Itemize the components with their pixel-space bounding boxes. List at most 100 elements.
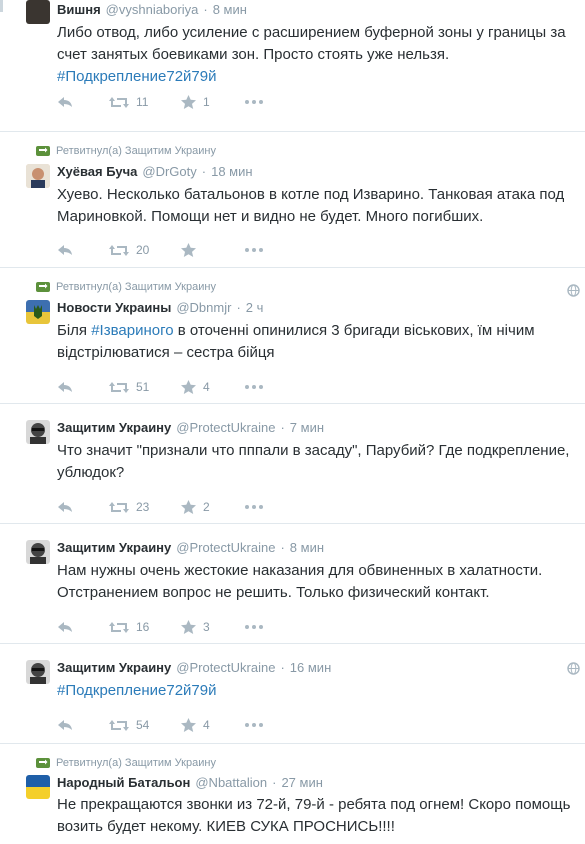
hashtag-link[interactable]: #Подкрепление72й79й <box>57 68 217 85</box>
star-icon[interactable] <box>181 95 196 109</box>
tweet[interactable]: Защитим Украину @ProtectUkraine · 16 мин #П… <box>0 644 585 744</box>
reply-icon[interactable] <box>57 244 73 256</box>
retweet-button[interactable]: 11 <box>109 95 181 109</box>
author-name[interactable]: Защитим Украину <box>57 660 171 675</box>
timestamp[interactable]: 2 ч <box>246 300 264 315</box>
retweet-icon[interactable] <box>109 621 129 634</box>
author-handle[interactable]: @Dbnmjr <box>176 300 231 315</box>
favorite-button[interactable]: 2 <box>181 500 245 514</box>
timestamp[interactable]: 7 мин <box>290 420 324 435</box>
star-icon[interactable] <box>181 718 196 732</box>
star-icon[interactable] <box>181 500 196 514</box>
author-name[interactable]: Новости Украины <box>57 300 171 315</box>
author-name[interactable]: Вишня <box>57 2 101 17</box>
tweet[interactable]: Ретвитнул(а) Защитим Украину Народный Ба… <box>0 744 585 844</box>
retweet-icon[interactable] <box>109 719 129 732</box>
reply-button[interactable] <box>57 621 109 633</box>
author-handle[interactable]: @ProtectUkraine <box>176 660 275 675</box>
separator-dot: · <box>236 300 241 315</box>
author-handle[interactable]: @vyshniaboriya <box>106 2 199 17</box>
author-handle[interactable]: @ProtectUkraine <box>176 540 275 555</box>
more-button[interactable] <box>245 625 263 629</box>
retweet-button[interactable]: 23 <box>109 500 181 514</box>
tweet[interactable]: Ретвитнул(а) Защитим Украину Хуёвая Буча… <box>0 132 585 268</box>
author-handle[interactable]: @Nbattalion <box>195 775 267 790</box>
reply-icon[interactable] <box>57 719 73 731</box>
timestamp[interactable]: 18 мин <box>211 164 252 179</box>
favorite-button[interactable]: 4 <box>181 380 245 394</box>
favorite-button[interactable]: 4 <box>181 718 245 732</box>
tweet[interactable]: Защитим Украину @ProtectUkraine · 8 мин Нам… <box>0 524 585 644</box>
retweet-context-label[interactable]: Ретвитнул(а) Защитим Украину <box>56 281 216 293</box>
more-button[interactable] <box>245 248 263 252</box>
retweet-button[interactable]: 16 <box>109 620 181 634</box>
avatar[interactable] <box>26 420 50 444</box>
globe-icon[interactable] <box>567 662 580 675</box>
star-icon[interactable] <box>181 243 196 257</box>
tweet-text-body: Не прекращаются звонки из 72-й, 79-й - р… <box>57 796 571 835</box>
retweet-context-label[interactable]: Ретвитнул(а) Защитим Украину <box>56 145 216 157</box>
timestamp[interactable]: 16 мин <box>290 660 331 675</box>
reply-icon[interactable] <box>57 501 73 513</box>
avatar[interactable] <box>26 0 50 24</box>
more-button[interactable] <box>245 385 263 389</box>
tweet[interactable]: Вишня @vyshniaboriya · 8 мин Либо отвод, ли… <box>0 0 585 132</box>
author-name[interactable]: Хуёвая Буча <box>57 164 137 179</box>
more-button[interactable] <box>245 100 263 104</box>
retweet-icon[interactable] <box>109 501 129 514</box>
reply-button[interactable] <box>57 244 109 256</box>
tweet-text-body: Либо отвод, либо усиление с расширением … <box>57 24 566 63</box>
more-button[interactable] <box>245 723 263 727</box>
retweet-button[interactable]: 54 <box>109 718 181 732</box>
favorite-button[interactable]: 1 <box>181 95 245 109</box>
author-name[interactable]: Защитим Украину <box>57 540 171 555</box>
avatar[interactable] <box>26 164 50 188</box>
author-handle[interactable]: @ProtectUkraine <box>176 420 275 435</box>
more-icon[interactable] <box>245 505 263 509</box>
reply-icon[interactable] <box>57 621 73 633</box>
reply-button[interactable] <box>57 719 109 731</box>
avatar[interactable] <box>26 540 50 564</box>
author-handle[interactable]: @DrGoty <box>142 164 196 179</box>
author-name[interactable]: Народный Батальон <box>57 775 190 790</box>
avatar-soldier-icon <box>26 660 50 684</box>
reply-icon[interactable] <box>57 96 73 108</box>
avatar-soldier-icon <box>26 420 50 444</box>
retweet-context-label[interactable]: Ретвитнул(а) Защитим Украину <box>56 757 216 769</box>
retweet-icon[interactable] <box>109 381 129 394</box>
more-icon[interactable] <box>245 723 263 727</box>
more-icon[interactable] <box>245 248 263 252</box>
retweet-button[interactable]: 51 <box>109 380 181 394</box>
timestamp[interactable]: 8 мин <box>290 540 324 555</box>
reply-button[interactable] <box>57 381 109 393</box>
retweet-icon[interactable] <box>109 96 129 109</box>
avatar-soldier-icon <box>26 540 50 564</box>
more-icon[interactable] <box>245 100 263 104</box>
retweet-button[interactable]: 20 <box>109 243 181 257</box>
avatar[interactable] <box>26 660 50 684</box>
hashtag-link[interactable]: #Ізвариного <box>91 322 173 339</box>
separator-dot: · <box>280 660 285 675</box>
reply-icon[interactable] <box>57 381 73 393</box>
timestamp[interactable]: 27 мин <box>281 775 322 790</box>
star-icon[interactable] <box>181 620 196 634</box>
avatar[interactable] <box>26 775 50 799</box>
reply-button[interactable] <box>57 96 109 108</box>
tweet[interactable]: Защитим Украину @ProtectUkraine · 7 мин Что… <box>0 404 585 524</box>
avatar[interactable] <box>26 300 50 324</box>
more-button[interactable] <box>245 505 263 509</box>
timestamp[interactable]: 8 мин <box>213 2 247 17</box>
star-icon[interactable] <box>181 380 196 394</box>
hashtag-link[interactable]: #Подкрепление72й79й <box>57 682 217 699</box>
tweet-header: Защитим Украину @ProtectUkraine · 16 мин <box>57 660 331 675</box>
more-icon[interactable] <box>245 625 263 629</box>
tweet[interactable]: Ретвитнул(а) Защитим Украину Новости Укр… <box>0 268 585 404</box>
tweet-text: Біля #Ізвариного в оточенні опинилися 3 … <box>57 320 582 364</box>
favorite-button[interactable]: 3 <box>181 620 245 634</box>
favorite-button[interactable] <box>181 243 245 257</box>
author-name[interactable]: Защитим Украину <box>57 420 171 435</box>
globe-icon[interactable] <box>567 284 580 297</box>
more-icon[interactable] <box>245 385 263 389</box>
reply-button[interactable] <box>57 501 109 513</box>
retweet-icon[interactable] <box>109 244 129 257</box>
